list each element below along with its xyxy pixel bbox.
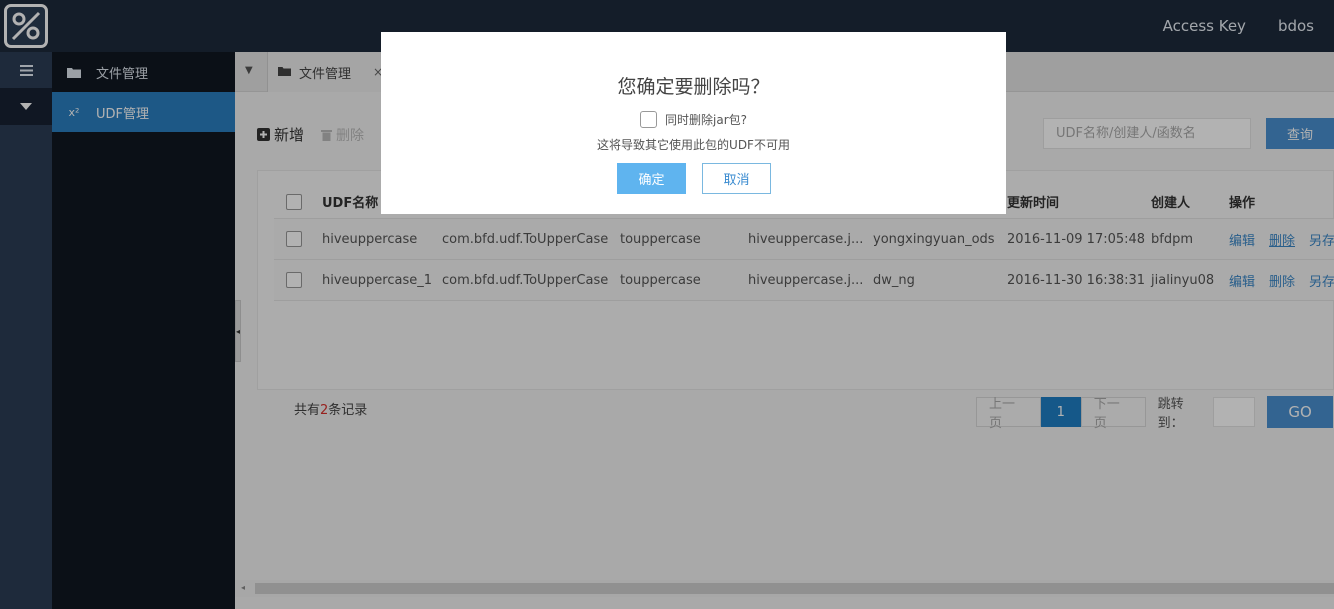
dialog-warning: 这将导致其它使用此包的UDF不可用 <box>597 138 790 152</box>
delete-jar-option[interactable]: 同时删除jar包? <box>381 111 1006 128</box>
dialog-title: 您确定要删除吗？ <box>617 76 770 98</box>
delete-jar-label: 同时删除jar包? <box>665 113 747 127</box>
cancel-button[interactable]: 取消 <box>702 163 771 194</box>
confirm-button[interactable]: 确定 <box>617 163 686 194</box>
delete-jar-checkbox[interactable] <box>640 111 657 128</box>
confirm-delete-dialog: 您确定要删除吗？ 同时删除jar包? 这将导致其它使用此包的UDF不可用 确定 … <box>381 32 1006 214</box>
